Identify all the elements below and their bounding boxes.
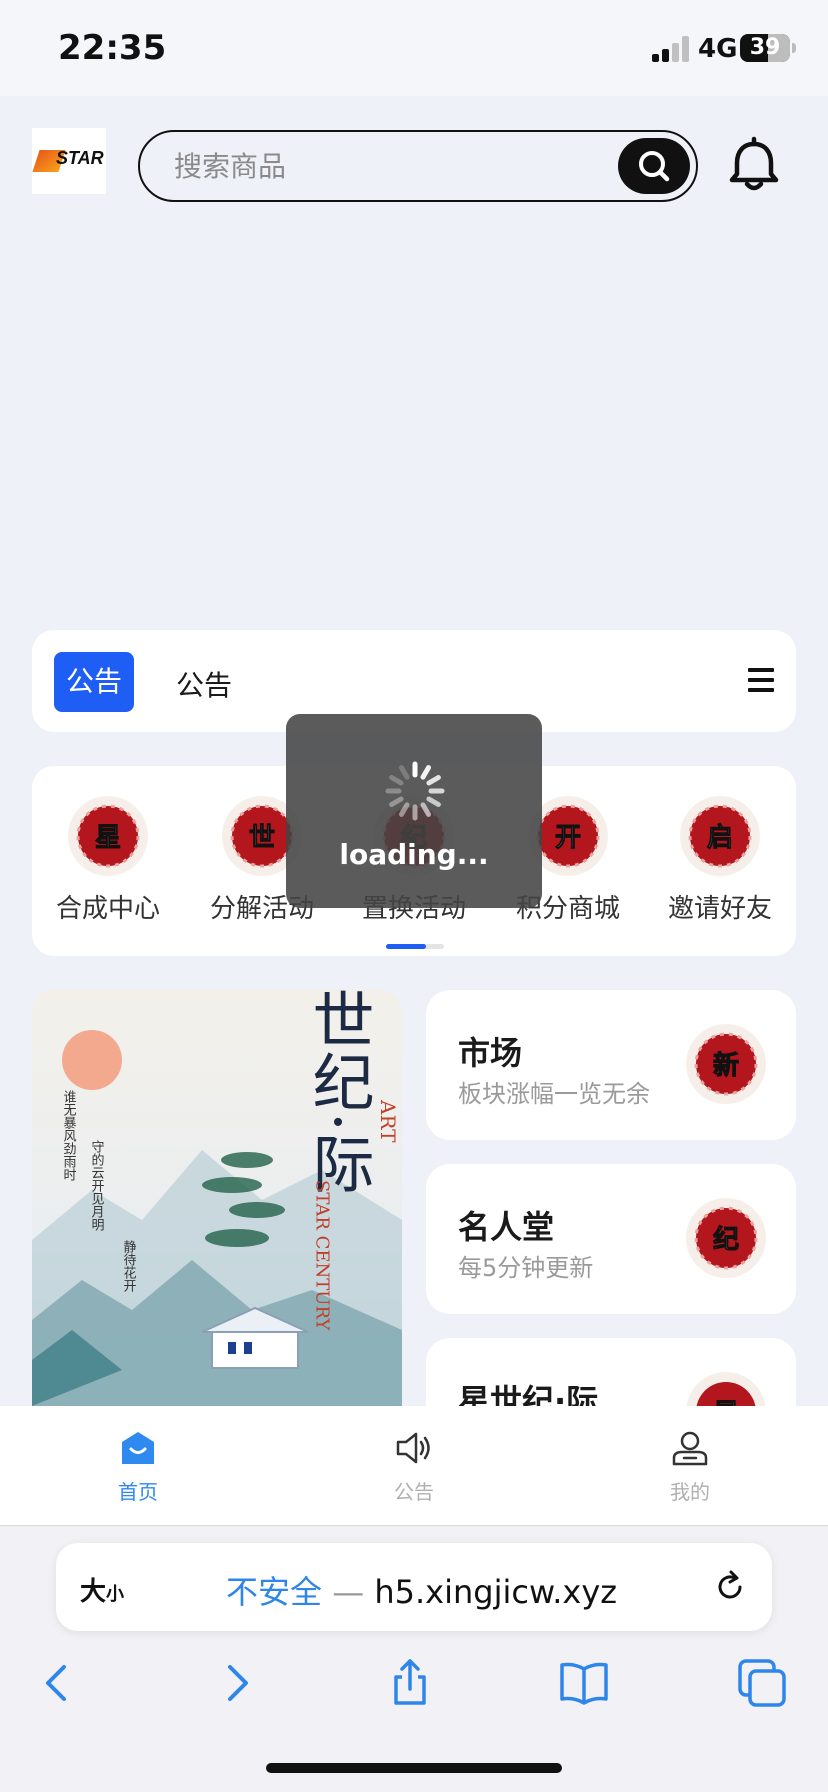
market-tile[interactable]: 市场 板块涨幅一览无余 新: [426, 990, 796, 1140]
tab-label: 公告: [394, 1480, 434, 1504]
svg-text:星: 星: [95, 823, 121, 853]
bottom-tab-bar: 首页 公告 我的: [0, 1406, 828, 1526]
home-icon: [122, 1432, 154, 1464]
url-text[interactable]: 不安全 — h5.xingjicw.xyz: [226, 1567, 617, 1613]
svg-text:谁无暴风劲雨时: 谁无暴风劲雨时: [61, 1090, 77, 1181]
notice-tag: 公告: [54, 652, 134, 712]
speaker-icon: [396, 1432, 430, 1464]
svg-text:守的云开见月明: 守的云开见月明: [89, 1140, 105, 1232]
network-type: 4G: [698, 34, 738, 64]
menu-icon[interactable]: [748, 668, 774, 692]
logo-text: STAR: [56, 148, 104, 168]
hall-of-fame-tile[interactable]: 名人堂 每5分钟更新 纪: [426, 1164, 796, 1314]
launch-badge-icon: 启: [680, 796, 760, 876]
svg-text:纪: 纪: [713, 1224, 739, 1255]
star-badge-icon: 星: [686, 1372, 766, 1406]
svg-text:开: 开: [555, 823, 581, 853]
search-bar: [138, 130, 698, 202]
era-badge-icon: 纪: [686, 1198, 766, 1278]
svg-text:新: 新: [713, 1050, 739, 1081]
category-item-invite[interactable]: 启 邀请好友: [650, 794, 790, 925]
loading-text: loading...: [339, 838, 489, 871]
search-input[interactable]: [174, 144, 594, 188]
svg-text:静待花开: 静待花开: [121, 1240, 137, 1292]
bell-icon[interactable]: [724, 136, 784, 196]
loading-spinner-icon: [385, 761, 445, 821]
tab-label: 首页: [118, 1480, 158, 1504]
cellular-signal-icon: [652, 36, 690, 62]
svg-text:ART: ART: [376, 1099, 400, 1143]
svg-text:星: 星: [713, 1399, 739, 1406]
user-icon: [672, 1431, 708, 1466]
tab-label: 我的: [670, 1480, 710, 1504]
text-size-button[interactable]: 大小: [80, 1571, 124, 1608]
domain-text: h5.xingjicw.xyz: [374, 1573, 618, 1611]
address-bar[interactable]: 大小 不安全 — h5.xingjicw.xyz: [56, 1543, 772, 1631]
tile-title: 名人堂: [458, 1208, 555, 1246]
svg-text:STAR CENTURY: STAR CENTURY: [312, 1180, 333, 1331]
tab-home[interactable]: 首页: [78, 1428, 198, 1505]
tile-title: 市场: [458, 1034, 523, 1072]
tab-profile[interactable]: 我的: [630, 1428, 750, 1505]
promo-poster[interactable]: 星世纪·际 ART STAR CENTURY 谁无暴风劲雨时 守的云开见月明 静…: [32, 990, 402, 1406]
home-indicator: [266, 1763, 562, 1773]
category-item-synthesis[interactable]: 星 合成中心: [38, 794, 178, 925]
tile-title: 星世纪·际: [458, 1382, 599, 1406]
new-badge-icon: 新: [686, 1024, 766, 1104]
tile-subtitle: 每5分钟更新: [458, 1254, 594, 1282]
search-button[interactable]: [618, 138, 690, 194]
back-icon[interactable]: [32, 1657, 84, 1709]
category-label: 合成中心: [55, 894, 160, 924]
app-logo[interactable]: STAR: [32, 128, 106, 194]
star-badge-icon: 星: [68, 796, 148, 876]
landscape-illustration: 星世纪·际 ART STAR CENTURY 谁无暴风劲雨时 守的云开见月明 静…: [32, 990, 402, 1406]
star-century-tile[interactable]: 星世纪·际 星: [426, 1338, 796, 1406]
battery-icon: 39: [740, 34, 790, 62]
carousel-indicator: [386, 944, 444, 949]
bookmarks-icon[interactable]: [558, 1657, 610, 1709]
reload-icon[interactable]: [712, 1569, 748, 1605]
svg-text:启: 启: [707, 822, 733, 853]
battery-tip: [792, 43, 796, 53]
category-label: 邀请好友: [667, 894, 772, 924]
svg-text:星世纪·际: 星世纪·际: [302, 990, 375, 1194]
loading-toast: loading...: [286, 714, 542, 908]
svg-text:世: 世: [249, 823, 275, 853]
browser-toolbar: 大小 不安全 — h5.xingjicw.xyz: [0, 1527, 828, 1792]
tabs-icon[interactable]: [736, 1657, 788, 1709]
forward-icon[interactable]: [210, 1657, 262, 1709]
insecure-label: 不安全: [226, 1573, 323, 1611]
tab-announcement[interactable]: 公告: [354, 1428, 474, 1505]
notice-text[interactable]: 公告: [176, 664, 232, 704]
search-icon: [639, 151, 670, 182]
battery-level: 39: [749, 35, 781, 60]
status-time: 22:35: [58, 28, 167, 68]
share-icon[interactable]: [384, 1657, 436, 1709]
tile-subtitle: 板块涨幅一览无余: [458, 1080, 650, 1108]
